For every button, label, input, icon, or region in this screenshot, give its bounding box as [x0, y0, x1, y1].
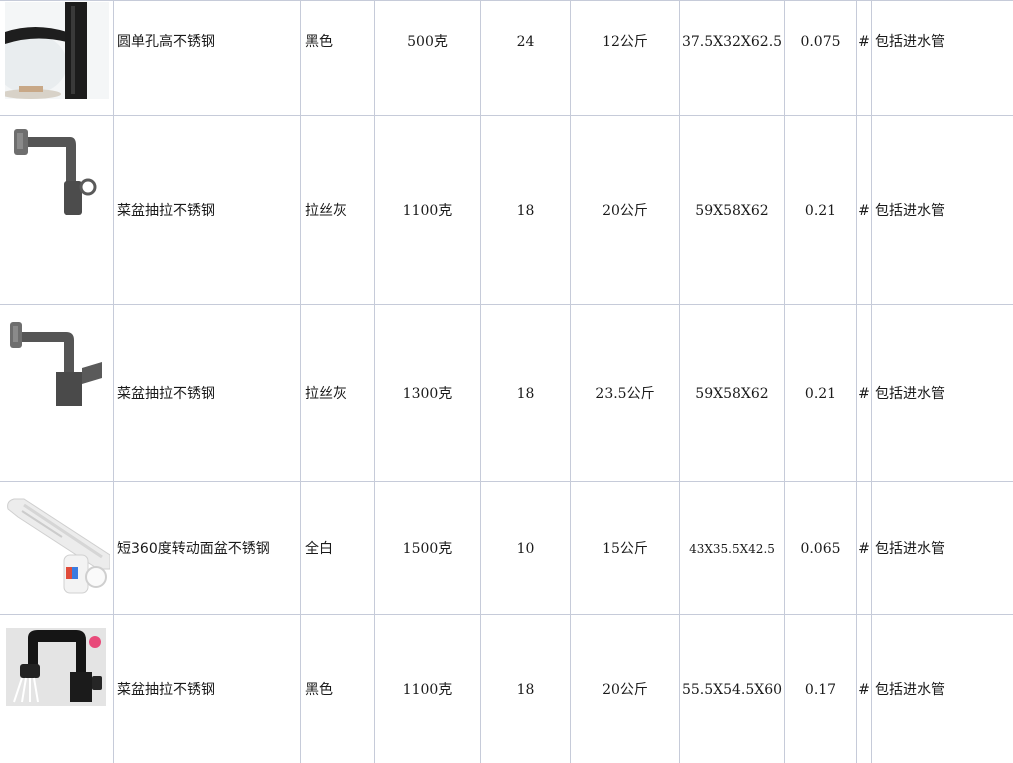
product-name-cell[interactable]: 圆单孔高不锈钢 [117, 33, 215, 51]
volume-cell[interactable]: 0.065 [785, 540, 856, 558]
color-cell[interactable]: 黑色 [305, 33, 333, 51]
note-cell[interactable]: 包括进水管 [875, 540, 945, 558]
carton-size-cell[interactable]: 59X58X62 [680, 385, 784, 403]
weight-cell[interactable]: 1100克 [375, 202, 480, 220]
row-divider [0, 481, 1013, 482]
qty-cell[interactable]: 18 [481, 385, 570, 403]
carton-size-cell[interactable]: 55.5X54.5X60 [680, 681, 784, 699]
weight-cell[interactable]: 1100克 [375, 681, 480, 699]
row-divider [0, 304, 1013, 305]
color-cell[interactable]: 黑色 [305, 681, 333, 699]
note-cell[interactable]: 包括进水管 [875, 33, 945, 51]
overflow-marker-cell[interactable]: # [857, 385, 871, 403]
product-image-black-kitchen-faucet[interactable] [6, 628, 106, 706]
color-cell[interactable]: 拉丝灰 [305, 202, 347, 220]
row-divider [0, 115, 1013, 116]
gross-weight-cell[interactable]: 20公斤 [571, 681, 679, 699]
weight-cell[interactable]: 1300克 [375, 385, 480, 403]
gross-weight-cell[interactable]: 12公斤 [571, 33, 679, 51]
spreadsheet-grid: 圆单孔高不锈钢 黑色 500克 24 12公斤 37.5X32X62.5 0.0… [0, 0, 1013, 763]
product-image-black-basin-faucet[interactable] [5, 2, 109, 99]
volume-cell[interactable]: 0.075 [785, 33, 856, 51]
overflow-marker-cell[interactable]: # [857, 33, 871, 51]
product-name-cell[interactable]: 菜盆抽拉不锈钢 [117, 202, 215, 220]
gross-weight-cell[interactable]: 15公斤 [571, 540, 679, 558]
row-divider [0, 614, 1013, 615]
product-name-cell[interactable]: 菜盆抽拉不锈钢 [117, 385, 215, 403]
note-cell[interactable]: 包括进水管 [875, 202, 945, 220]
qty-cell[interactable]: 24 [481, 33, 570, 51]
row-divider [0, 0, 1013, 1]
product-name-cell[interactable]: 菜盆抽拉不锈钢 [117, 681, 215, 699]
overflow-marker-cell[interactable]: # [857, 540, 871, 558]
volume-cell[interactable]: 0.21 [785, 385, 856, 403]
note-cell[interactable]: 包括进水管 [875, 385, 945, 403]
gross-weight-cell[interactable]: 20公斤 [571, 202, 679, 220]
qty-cell[interactable]: 18 [481, 202, 570, 220]
product-image-gunmetal-square-faucet[interactable] [8, 318, 108, 410]
volume-cell[interactable]: 0.21 [785, 202, 856, 220]
gross-weight-cell[interactable]: 23.5公斤 [571, 385, 679, 403]
volume-cell[interactable]: 0.17 [785, 681, 856, 699]
product-image-white-rotating-faucet[interactable] [2, 497, 110, 597]
qty-cell[interactable]: 10 [481, 540, 570, 558]
product-name-cell[interactable]: 短360度转动面盆不锈钢 [117, 540, 270, 558]
carton-size-cell[interactable]: 43X35.5X42.5 [680, 540, 784, 558]
color-cell[interactable]: 全白 [305, 540, 333, 558]
note-cell[interactable]: 包括进水管 [875, 681, 945, 699]
product-image-gunmetal-pullout-faucet[interactable] [8, 123, 108, 223]
qty-cell[interactable]: 18 [481, 681, 570, 699]
carton-size-cell[interactable]: 59X58X62 [680, 202, 784, 220]
carton-size-cell[interactable]: 37.5X32X62.5 [680, 33, 784, 51]
weight-cell[interactable]: 500克 [375, 33, 480, 51]
overflow-marker-cell[interactable]: # [857, 681, 871, 699]
overflow-marker-cell[interactable]: # [857, 202, 871, 220]
color-cell[interactable]: 拉丝灰 [305, 385, 347, 403]
weight-cell[interactable]: 1500克 [375, 540, 480, 558]
